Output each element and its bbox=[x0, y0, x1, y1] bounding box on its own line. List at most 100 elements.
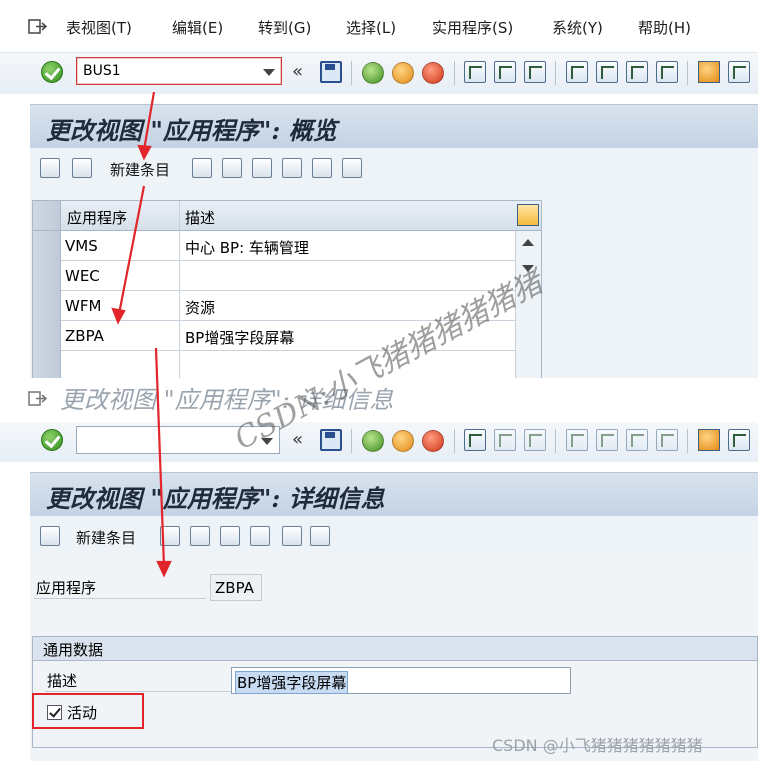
menu-table-view[interactable]: 表视图(T) bbox=[66, 17, 132, 38]
back-icon[interactable] bbox=[362, 430, 384, 452]
table-row[interactable]: VMS 中心 BP: 车辆管理 bbox=[61, 231, 515, 260]
next-entry-icon[interactable] bbox=[282, 526, 302, 546]
menu-help[interactable]: 帮助(H) bbox=[638, 17, 691, 38]
app-value: ZBPA bbox=[215, 579, 254, 597]
display-change-icon[interactable] bbox=[40, 526, 60, 546]
menu-select[interactable]: 选择(L) bbox=[346, 17, 396, 38]
undo-icon[interactable] bbox=[220, 526, 240, 546]
back-history-icon[interactable]: « bbox=[292, 61, 303, 82]
cell-app: ZBPA bbox=[65, 327, 104, 345]
print-icon[interactable] bbox=[464, 61, 486, 83]
row-selector-column[interactable] bbox=[33, 231, 61, 381]
first-page-icon[interactable] bbox=[566, 61, 588, 83]
toolbar-separator bbox=[687, 429, 688, 453]
display-change-icon[interactable] bbox=[40, 158, 60, 178]
toolbar-separator bbox=[454, 429, 455, 453]
standard-toolbar: « bbox=[0, 422, 758, 462]
exit-icon[interactable] bbox=[28, 390, 48, 408]
app-field[interactable]: ZBPA bbox=[210, 574, 262, 601]
save-icon[interactable] bbox=[320, 429, 342, 451]
annotation-highlight-box bbox=[32, 693, 144, 729]
create-session-icon[interactable] bbox=[698, 61, 720, 83]
command-field[interactable]: BUS1 bbox=[76, 57, 282, 85]
cancel-icon[interactable] bbox=[422, 430, 444, 452]
select-all-icon[interactable] bbox=[282, 158, 302, 178]
exit-icon[interactable] bbox=[392, 62, 414, 84]
command-value: BUS1 bbox=[83, 63, 121, 79]
previous-entry-icon[interactable] bbox=[250, 526, 270, 546]
next-page-icon[interactable] bbox=[626, 61, 648, 83]
table-row[interactable]: WEC bbox=[61, 261, 515, 290]
first-page-icon[interactable] bbox=[566, 429, 588, 451]
menu-system[interactable]: 系统(Y) bbox=[552, 17, 603, 38]
menu-edit[interactable]: 编辑(E) bbox=[172, 17, 223, 38]
detail-title-bar: 更改视图 "应用程序": 详细信息 bbox=[30, 472, 758, 516]
cell-desc: 资源 bbox=[185, 299, 216, 317]
previous-page-icon[interactable] bbox=[596, 429, 618, 451]
inspect-icon[interactable] bbox=[72, 158, 92, 178]
bottom-right-watermark: CSDN @小飞猪猪猪猪猪猪猪 bbox=[492, 736, 703, 755]
group-title: 通用数据 bbox=[43, 641, 104, 659]
delete-icon[interactable] bbox=[222, 158, 242, 178]
shortcut-icon[interactable] bbox=[728, 61, 750, 83]
enter-icon[interactable] bbox=[41, 429, 63, 451]
toolbar-separator bbox=[454, 61, 455, 85]
back-icon[interactable] bbox=[362, 62, 384, 84]
description-input[interactable]: BP增强字段屏幕 bbox=[231, 667, 571, 694]
column-divider bbox=[179, 201, 180, 230]
next-page-icon[interactable] bbox=[626, 429, 648, 451]
menu-utilities[interactable]: 实用程序(S) bbox=[432, 17, 513, 38]
find-icon[interactable] bbox=[494, 429, 516, 451]
label-underline bbox=[45, 691, 231, 692]
exit-icon[interactable] bbox=[392, 430, 414, 452]
last-page-icon[interactable] bbox=[656, 429, 678, 451]
group-header: 通用数据 bbox=[33, 637, 757, 661]
chevron-down-icon[interactable] bbox=[263, 69, 275, 76]
page-title: 更改视图 "应用程序": 概览 bbox=[46, 116, 337, 145]
desc-label: 描述 bbox=[47, 672, 78, 690]
select-block-icon[interactable] bbox=[312, 158, 332, 178]
shortcut-icon[interactable] bbox=[728, 429, 750, 451]
menu-bar: 表视图(T) 编辑(E) 转到(G) 选择(L) 实用程序(S) 系统(Y) 帮… bbox=[0, 0, 758, 52]
table-header: 应用程序 描述 bbox=[33, 201, 541, 231]
copy-icon[interactable] bbox=[192, 158, 212, 178]
toolbar-separator bbox=[555, 429, 556, 453]
label-underline bbox=[34, 598, 206, 599]
app-label: 应用程序 bbox=[36, 579, 97, 597]
other-entry-icon[interactable] bbox=[310, 526, 330, 546]
find-next-icon[interactable] bbox=[524, 429, 546, 451]
toolbar-separator bbox=[555, 61, 556, 85]
copy-icon[interactable] bbox=[160, 526, 180, 546]
menu-goto[interactable]: 转到(G) bbox=[258, 17, 311, 38]
deselect-all-icon[interactable] bbox=[342, 158, 362, 178]
find-next-icon[interactable] bbox=[524, 61, 546, 83]
cell-desc: BP增强字段屏幕 bbox=[185, 329, 295, 347]
column-header-desc[interactable]: 描述 bbox=[185, 207, 215, 228]
cell-desc: 中心 BP: 车辆管理 bbox=[185, 239, 309, 257]
toolbar-separator bbox=[687, 61, 688, 85]
column-header-app[interactable]: 应用程序 bbox=[67, 207, 127, 228]
save-icon[interactable] bbox=[320, 61, 342, 83]
scroll-up-icon[interactable] bbox=[522, 239, 534, 246]
enter-icon[interactable] bbox=[41, 61, 63, 83]
new-entries-button[interactable]: 新建条目 bbox=[110, 159, 170, 180]
print-icon[interactable] bbox=[464, 429, 486, 451]
application-toolbar: 新建条目 bbox=[30, 148, 758, 190]
page-title: 更改视图 "应用程序": 详细信息 bbox=[46, 484, 385, 513]
undo-icon[interactable] bbox=[252, 158, 272, 178]
find-icon[interactable] bbox=[494, 61, 516, 83]
select-all-column[interactable] bbox=[33, 201, 61, 230]
standard-toolbar: BUS1 « bbox=[0, 52, 758, 94]
last-page-icon[interactable] bbox=[656, 61, 678, 83]
application-toolbar: 新建条目 bbox=[30, 516, 758, 558]
cell-app: VMS bbox=[65, 237, 98, 255]
create-session-icon[interactable] bbox=[698, 429, 720, 451]
new-entries-button[interactable]: 新建条目 bbox=[76, 527, 136, 548]
delete-icon[interactable] bbox=[190, 526, 210, 546]
exit-icon[interactable] bbox=[28, 18, 48, 36]
cancel-icon[interactable] bbox=[422, 62, 444, 84]
table-settings-icon[interactable] bbox=[517, 204, 539, 226]
toolbar-separator bbox=[351, 61, 352, 85]
description-value: BP增强字段屏幕 bbox=[235, 671, 349, 694]
previous-page-icon[interactable] bbox=[596, 61, 618, 83]
